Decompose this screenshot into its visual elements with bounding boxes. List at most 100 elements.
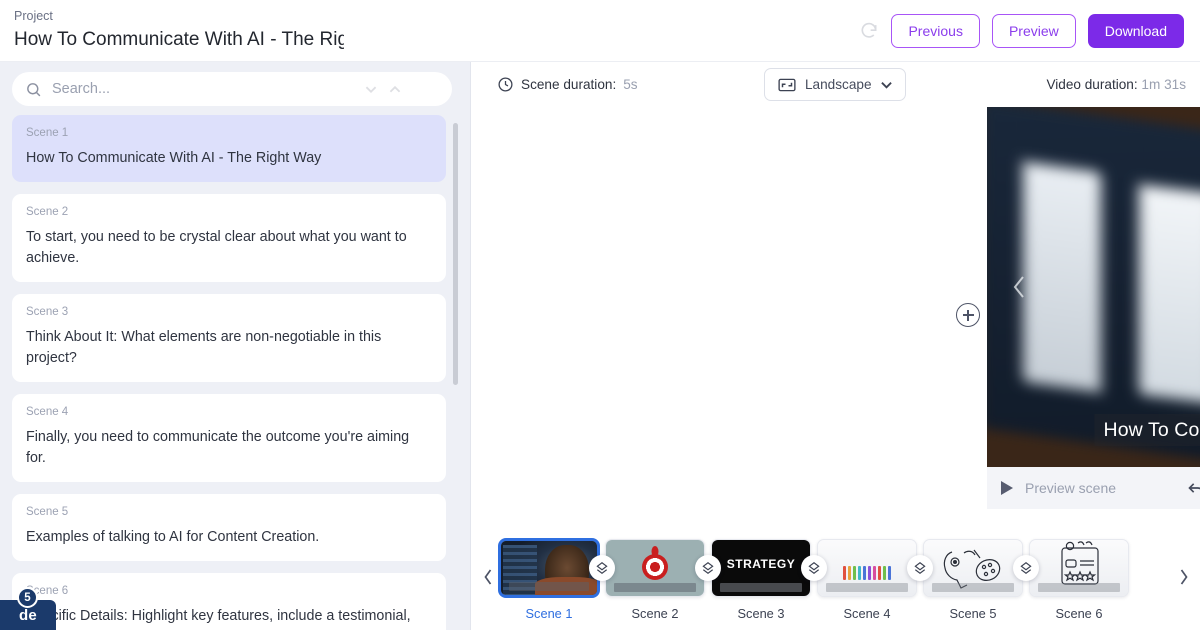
filmstrip-item-4[interactable]: Scene 4 [817,539,917,621]
scene-thumbnail[interactable]: STRATEGY [711,539,811,597]
scene-card-5[interactable]: Scene 5 Examples of talking to AI for Co… [12,494,446,561]
chevron-right-icon [1180,569,1188,585]
thumbnail-caption-bar [509,582,589,591]
chevron-left-icon [483,569,491,585]
undo-icon [1188,483,1200,493]
chevron-up-icon[interactable] [384,78,406,100]
landscape-frame-icon [778,78,796,91]
filmstrip-label: Scene 6 [1055,606,1103,621]
scene-card-3[interactable]: Scene 3 Think About It: What elements ar… [12,294,446,382]
filmstrip-label: Scene 4 [843,606,891,621]
thumbnail-caption-bar [826,583,908,592]
scene-duration-label: Scene duration: [521,77,617,92]
undo-button[interactable] [1186,477,1200,499]
filmstrip-next-button[interactable] [1172,568,1194,586]
filmstrip-label: Scene 2 [631,606,679,621]
thumbnail-caption-bar [720,583,802,592]
download-button[interactable]: Download [1087,13,1184,48]
search-input[interactable]: Search... [52,81,350,97]
transition-layers-icon [596,562,608,574]
page-title[interactable]: How To Communicate With AI - The Rig [12,27,344,53]
filmstrip-item-2[interactable]: Scene 2 [605,539,705,621]
filmstrip-track: Scene 1 Scene 2 STRATEGY Scene 3 Scene 4… [499,533,1172,621]
scene-duration-value: 5s [623,77,638,92]
orientation-select[interactable]: Landscape [764,68,906,101]
transition-layers-icon [914,562,926,574]
search-box[interactable]: Search... [12,72,452,106]
add-scene-left-button[interactable] [956,303,980,327]
play-icon[interactable] [1001,481,1013,495]
project-label: Project [14,9,53,23]
scene-thumbnail[interactable] [923,539,1023,597]
transition-layers-icon[interactable] [589,555,615,581]
scene-thumbnail[interactable] [817,539,917,597]
filmstrip-item-5[interactable]: Scene 5 [923,539,1023,621]
scene-thumbnail[interactable] [1029,539,1129,597]
search-nav-group [360,78,406,100]
clock-icon [498,77,513,92]
prev-media-arrow[interactable] [1005,266,1035,308]
scene-number: Scene 5 [26,506,69,518]
scene-text[interactable]: To start, you need to be crystal clear a… [26,227,432,269]
filmstrip-item-3[interactable]: STRATEGY Scene 3 [711,539,811,621]
editor-main: Scene duration: 5s Landscape Video durat… [471,62,1200,630]
scene-card-4[interactable]: Scene 4 Finally, you need to communicate… [12,394,446,482]
transition-layers-icon[interactable] [1013,555,1039,581]
scene-text[interactable]: Think About It: What elements are non-ne… [26,327,432,369]
scene-text[interactable]: Finally, you need to communicate the out… [26,427,432,469]
transition-layers-icon [702,562,714,574]
scene-list[interactable]: Scene 1 How To Communicate With AI - The… [0,115,470,630]
chevron-left-icon [1013,276,1024,298]
sidebar-scrollbar[interactable] [453,123,458,515]
preview-button[interactable]: Preview [991,13,1076,48]
filmstrip-prev-button[interactable] [477,568,499,586]
scene-duration: Scene duration: 5s [497,76,638,93]
scene-card-1[interactable]: Scene 1 How To Communicate With AI - The… [12,115,446,182]
thumbnail-caption-bar [1038,583,1120,592]
transition-layers-icon[interactable] [907,555,933,581]
preview-stage: How To Communicate With AI - The Right W… [471,107,1200,524]
filmstrip-label: Scene 5 [949,606,997,621]
filmstrip-label: Scene 3 [737,606,785,621]
thumbnail-caption-bar [932,583,1014,592]
control-icon-group: Layers cc [1186,477,1200,499]
scene-card-6[interactable]: Scene 6 Specific Details: Highlight key … [12,573,446,630]
previous-button[interactable]: Previous [891,13,980,48]
scene-text[interactable]: Examples of talking to AI for Content Cr… [26,527,432,548]
scene-card-2[interactable]: Scene 2 To start, you need to be crystal… [12,194,446,282]
transition-layers-icon[interactable] [695,555,721,581]
refresh-icon[interactable] [859,21,879,41]
thumbnail-art-text: STRATEGY [726,557,796,571]
chevron-down-icon[interactable] [360,78,382,100]
chat-widget-label: de [19,606,37,624]
header-actions: Previous Preview Download [859,13,1184,48]
scene-text[interactable]: Specific Details: Highlight key features… [26,606,432,630]
search-area: Search... [0,62,470,115]
scene-number: Scene 3 [26,306,69,318]
preview-scene-label[interactable]: Preview scene [1025,480,1116,496]
app-header: Project How To Communicate With AI - The… [0,0,1200,62]
editor-toolbar: Scene duration: 5s Landscape Video durat… [471,62,1200,107]
scrollbar-thumb[interactable] [453,123,458,385]
scene-thumbnail[interactable] [499,539,599,597]
scene-number: Scene 2 [26,206,69,218]
search-icon [27,82,41,96]
transition-layers-icon [808,562,820,574]
scene-filmstrip: Scene 1 Scene 2 STRATEGY Scene 3 Scene 4… [471,524,1200,630]
scene-caption-text[interactable]: How To Communicate With AI - The Right W… [1094,414,1200,446]
filmstrip-item-1[interactable]: Scene 1 [499,539,599,621]
filmstrip-item-6[interactable]: Scene 6 [1029,539,1129,621]
scene-text[interactable]: How To Communicate With AI - The Right W… [26,148,432,169]
video-editor-app: Project How To Communicate With AI - The… [0,0,1200,630]
chat-unread-badge: 5 [17,587,38,608]
scene-thumbnail[interactable] [605,539,705,597]
scene-controls-bar: Preview scene [987,467,1200,509]
scene-number: Scene 4 [26,406,69,418]
transition-layers-icon[interactable] [801,555,827,581]
app-body: Search... Scene 1 How To Communicate Wit… [0,62,1200,630]
chevron-down-icon [880,81,892,89]
canvas-column: How To Communicate With AI - The Right W… [987,107,1200,509]
orientation-value: Landscape [805,77,872,92]
thumbnail-caption-bar [614,583,696,592]
scene-canvas[interactable]: How To Communicate With AI - The Right W… [987,107,1200,467]
